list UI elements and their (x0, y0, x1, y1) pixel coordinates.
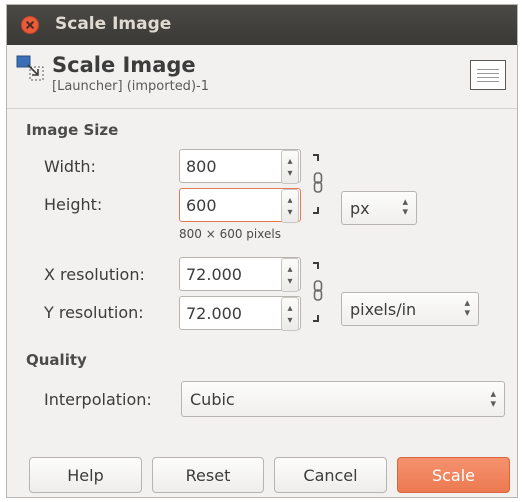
image-preview-thumbnail (470, 60, 506, 90)
width-spin-arrows-icon[interactable]: ▴ ▾ (281, 150, 299, 184)
close-icon[interactable] (21, 16, 39, 34)
window-title: Scale Image (55, 14, 172, 34)
size-chain-link-icon[interactable] (311, 151, 325, 217)
dialog-heading: Scale Image (52, 53, 196, 77)
size-unit-select[interactable]: px ▴ ▾ (341, 191, 417, 225)
x-resolution-spin-arrows-icon[interactable]: ▴ ▾ (281, 258, 299, 292)
image-size-heading: Image Size (26, 121, 119, 139)
height-spin-arrows-icon[interactable]: ▴ ▾ (281, 189, 299, 223)
cancel-button[interactable]: Cancel (274, 457, 387, 493)
scale-image-icon (16, 55, 44, 81)
resolution-chain-link-icon[interactable] (311, 259, 325, 325)
height-field[interactable]: ▴▾ (179, 188, 301, 223)
help-button[interactable]: Help (29, 457, 142, 493)
size-unit-value: px (350, 199, 370, 218)
y-resolution-field[interactable]: ▴▾ (179, 296, 301, 331)
interpolation-label: Interpolation: (44, 390, 152, 409)
dialog-header: Scale Image [Launcher] (imported)-1 (7, 45, 517, 109)
image-name: [Launcher] (imported)-1 (52, 79, 209, 94)
scale-image-dialog: Scale Image Scale Image [Launcher] (impo… (6, 4, 518, 498)
x-resolution-label: X resolution: (44, 265, 145, 284)
size-unit-chevron-icon: ▴ ▾ (402, 195, 408, 218)
interpolation-select[interactable]: Cubic ▴ ▾ (181, 381, 505, 417)
scale-button[interactable]: Scale (397, 457, 510, 493)
height-label: Height: (44, 195, 103, 214)
width-field[interactable]: ▴▾ (179, 149, 301, 184)
pixel-dimensions: 800 × 600 pixels (179, 227, 281, 241)
x-resolution-field[interactable]: ▴▾ (179, 257, 301, 292)
width-label: Width: (44, 157, 96, 176)
reset-button[interactable]: Reset (152, 457, 264, 493)
interpolation-value: Cubic (190, 390, 235, 409)
resolution-unit-value: pixels/in (350, 300, 417, 319)
resolution-unit-select[interactable]: pixels/in ▴ ▾ (341, 292, 479, 326)
y-resolution-label: Y resolution: (44, 303, 144, 322)
y-resolution-spin-arrows-icon[interactable]: ▴ ▾ (281, 297, 299, 331)
title-bar: Scale Image (7, 5, 517, 45)
quality-heading: Quality (26, 351, 87, 369)
interpolation-chevron-icon: ▴ ▾ (490, 387, 496, 410)
resolution-unit-chevron-icon: ▴ ▾ (464, 296, 470, 319)
